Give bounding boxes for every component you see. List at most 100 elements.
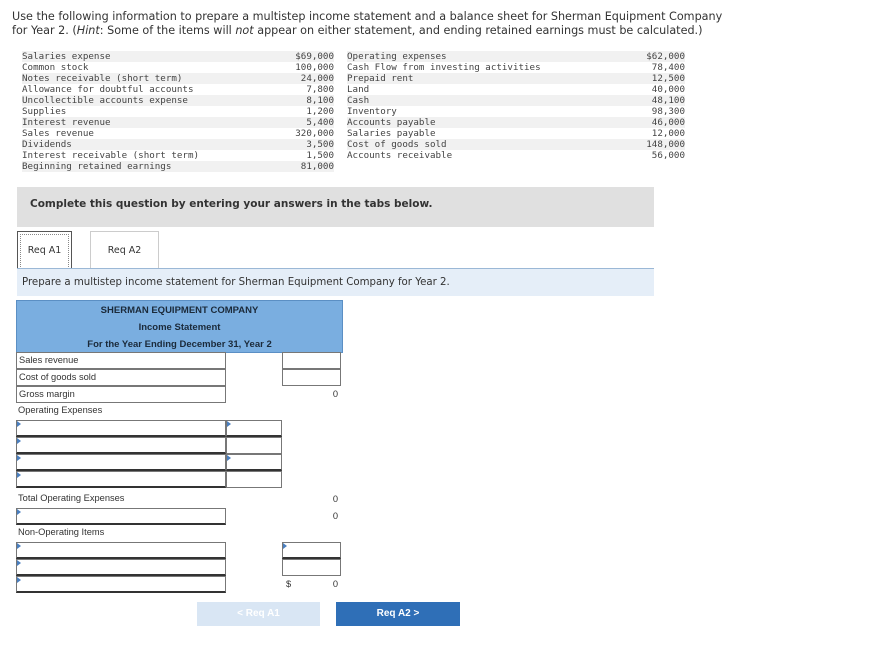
- data-label: Cash: [347, 95, 629, 106]
- company-name: SHERMAN EQUIPMENT COMPANY: [100, 305, 259, 316]
- non-operating-heading: Non-Operating Items: [16, 525, 226, 542]
- operating-expense-select[interactable]: [16, 437, 226, 454]
- data-value: 81,000: [277, 161, 334, 172]
- tab-label: Req A2: [107, 245, 142, 256]
- instruction-banner: Complete this question by entering your …: [17, 187, 654, 227]
- data-value: 3,500: [277, 139, 334, 150]
- data-label: Cost of goods sold: [347, 139, 629, 150]
- data-value: 320,000: [295, 128, 334, 139]
- data-row: Cash 48,100: [347, 95, 685, 106]
- data-row: Uncollectible accounts expense 8,100: [22, 95, 334, 106]
- total-operating-expenses-label: Total Operating Expenses: [16, 491, 226, 508]
- data-value: 78,400: [651, 62, 685, 73]
- data-label: Sales revenue: [22, 128, 94, 139]
- data-value: 40,000: [651, 84, 685, 95]
- data-row: Cost of goods sold 148,000: [347, 139, 685, 150]
- dollar-sign: $: [286, 579, 292, 589]
- data-label: Notes receivable (short term): [22, 73, 278, 84]
- data-row: Accounts receivable 56,000: [347, 150, 685, 161]
- data-label: Dividends: [22, 139, 278, 150]
- cogs-input[interactable]: [282, 369, 341, 386]
- data-label: Accounts receivable: [347, 150, 453, 161]
- tab-req-a1[interactable]: Req A1: [17, 231, 72, 269]
- data-row: Salaries payable 12,000: [347, 128, 685, 139]
- operating-expense-amount[interactable]: [226, 454, 282, 471]
- data-table-right: Operating expenses $62,000 Cash Flow from …: [347, 51, 685, 161]
- tab-req-a2[interactable]: Req A2: [90, 231, 159, 269]
- data-row: Accounts payable 46,000: [347, 117, 685, 128]
- gross-margin-label[interactable]: Gross margin: [16, 386, 226, 403]
- data-label: Prepaid rent: [347, 73, 629, 84]
- total-operating-expenses-value: 0: [332, 494, 338, 504]
- instructions-text: Use the following information to prepare…: [12, 10, 723, 37]
- sales-revenue-input[interactable]: [282, 352, 341, 369]
- data-label: Beginning retained earnings: [22, 161, 278, 172]
- data-row: Dividends 3,500: [22, 139, 334, 150]
- data-row: Inventory 98,300: [347, 106, 685, 117]
- gross-margin-value: 0: [332, 389, 338, 399]
- operating-expenses-heading: Operating Expenses: [16, 403, 226, 420]
- data-row: Salaries expense $69,000: [22, 51, 334, 62]
- data-label: Interest revenue: [22, 117, 278, 128]
- data-label: Land: [347, 84, 370, 95]
- data-label: Salaries expense: [22, 51, 278, 62]
- data-row: Interest revenue 5,400: [22, 117, 334, 128]
- data-value: 12,500: [628, 73, 685, 84]
- data-row: Sales revenue 320,000: [22, 128, 334, 139]
- data-value: 100,000: [295, 62, 334, 73]
- data-row: Beginning retained earnings 81,000: [22, 161, 334, 172]
- data-value: 46,000: [628, 117, 685, 128]
- prev-req-button[interactable]: < Req A1: [197, 602, 320, 626]
- operating-expense-select[interactable]: [16, 454, 226, 471]
- data-row: Operating expenses $62,000: [347, 51, 685, 62]
- data-row: Prepaid rent 12,500: [347, 73, 685, 84]
- data-label: Supplies: [22, 106, 67, 117]
- next-req-button[interactable]: Req A2 >: [336, 602, 460, 626]
- sales-revenue-blank: [226, 352, 282, 369]
- operating-expense-amount[interactable]: [226, 471, 282, 488]
- operating-expense-select[interactable]: [16, 420, 226, 437]
- data-value: 1,200: [306, 106, 334, 117]
- sales-revenue-label[interactable]: Sales revenue: [16, 352, 226, 369]
- data-value: 98,300: [651, 106, 685, 117]
- data-label: Cash Flow from investing activities: [347, 62, 541, 73]
- data-value: $62,000: [628, 51, 685, 62]
- data-row: Notes receivable (short term) 24,000: [22, 73, 334, 84]
- data-value: 12,000: [651, 128, 685, 139]
- data-label: Accounts payable: [347, 117, 629, 128]
- data-value: 56,000: [651, 150, 685, 161]
- data-row: Land 40,000: [347, 84, 685, 95]
- data-row: Cash Flow from investing activities 78,40…: [347, 62, 685, 73]
- chevron-left-icon: <: [237, 608, 243, 619]
- data-value: 8,100: [277, 95, 334, 106]
- operating-expense-amount[interactable]: [226, 420, 282, 437]
- data-row: Allowance for doubtful accounts 7,800: [22, 84, 334, 95]
- data-label: Uncollectible accounts expense: [22, 95, 278, 106]
- chevron-right-icon: >: [413, 608, 420, 619]
- data-label: Interest receivable (short term): [22, 150, 200, 161]
- data-label: Common stock: [22, 62, 89, 73]
- non-operating-amount[interactable]: [282, 559, 341, 576]
- statement-header: SHERMAN EQUIPMENT COMPANY Income Stateme…: [16, 300, 343, 353]
- statement-title: Income Statement: [138, 322, 221, 333]
- operating-expense-select[interactable]: [16, 471, 226, 488]
- cogs-label[interactable]: Cost of goods sold: [16, 369, 226, 386]
- data-label: Operating expenses: [347, 51, 629, 62]
- data-value: 7,800: [306, 84, 334, 95]
- non-operating-amount[interactable]: [282, 542, 341, 559]
- operating-expense-amount[interactable]: [226, 437, 282, 454]
- non-operating-select[interactable]: [16, 559, 226, 576]
- data-row: Interest receivable (short term) 1,500: [22, 150, 334, 161]
- data-label: Allowance for doubtful accounts: [22, 84, 194, 95]
- data-table-left: Salaries expense $69,000 Common stock 100,0…: [22, 51, 334, 172]
- data-label: Salaries payable: [347, 128, 436, 139]
- data-row: Common stock 100,000: [22, 62, 334, 73]
- question-prompt: Prepare a multistep income statement for…: [17, 269, 654, 296]
- operating-income-select[interactable]: [16, 508, 226, 525]
- data-value: 1,500: [306, 150, 334, 161]
- non-operating-select[interactable]: [16, 542, 226, 559]
- net-income-select[interactable]: [16, 576, 226, 593]
- data-value: 148,000: [628, 139, 685, 150]
- data-value: 48,100: [628, 95, 685, 106]
- data-value: 24,000: [277, 73, 334, 84]
